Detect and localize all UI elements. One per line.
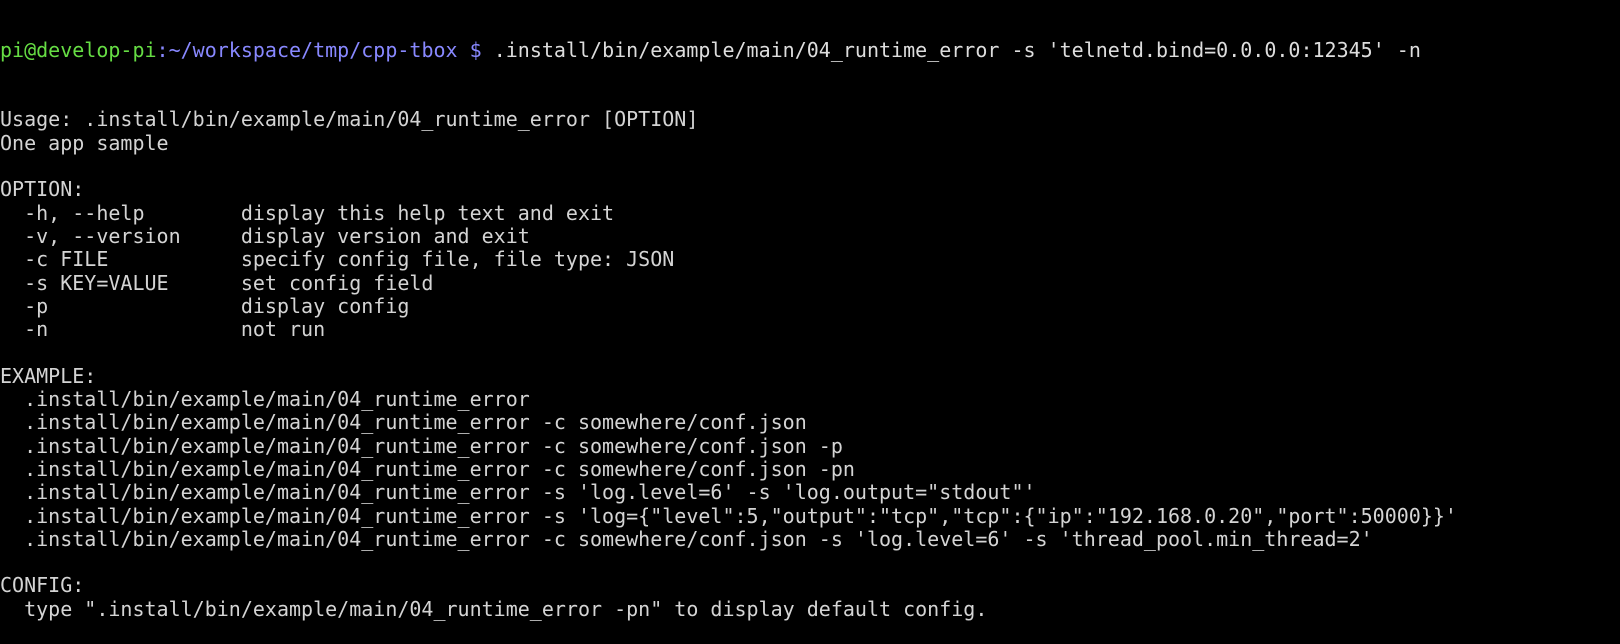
output-line: .install/bin/example/main/04_runtime_err… (0, 456, 855, 481)
prompt-command: .install/bin/example/main/04_runtime_err… (481, 37, 1421, 62)
output-line: -v, --version display version and exit (0, 223, 530, 248)
output-line: .install/bin/example/main/04_runtime_err… (0, 480, 1036, 505)
prompt-line: pi@develop-pi:~/workspace/tmp/cpp-tbox $… (0, 37, 1620, 62)
prompt-path: :~/workspace/tmp/cpp-tbox $ (156, 37, 482, 62)
terminal-output: Usage: .install/bin/example/main/04_runt… (0, 108, 1620, 621)
output-line: .install/bin/example/main/04_runtime_err… (0, 526, 1373, 551)
output-line: type ".install/bin/example/main/04_runti… (0, 596, 988, 621)
output-line: .install/bin/example/main/04_runtime_err… (0, 410, 807, 435)
output-line: EXAMPLE: (0, 363, 97, 388)
output-line: -s KEY=VALUE set config field (0, 270, 434, 295)
output-line: Usage: .install/bin/example/main/04_runt… (0, 107, 699, 132)
output-line: -p display config (0, 293, 410, 318)
output-line: -h, --help display this help text and ex… (0, 200, 615, 225)
output-line: .install/bin/example/main/04_runtime_err… (0, 503, 1457, 528)
output-line: One app sample (0, 130, 169, 155)
output-line: OPTION: (0, 177, 85, 202)
output-line: CONFIG: (0, 573, 85, 598)
output-line: .install/bin/example/main/04_runtime_err… (0, 433, 843, 458)
output-line: -n not run (0, 317, 326, 342)
prompt-user-host: pi@develop-pi (0, 37, 157, 62)
terminal-window[interactable]: pi@develop-pi:~/workspace/tmp/cpp-tbox $… (0, 0, 1620, 621)
output-line: -c FILE specify config file, file type: … (0, 247, 675, 272)
output-line: .install/bin/example/main/04_runtime_err… (0, 387, 530, 412)
